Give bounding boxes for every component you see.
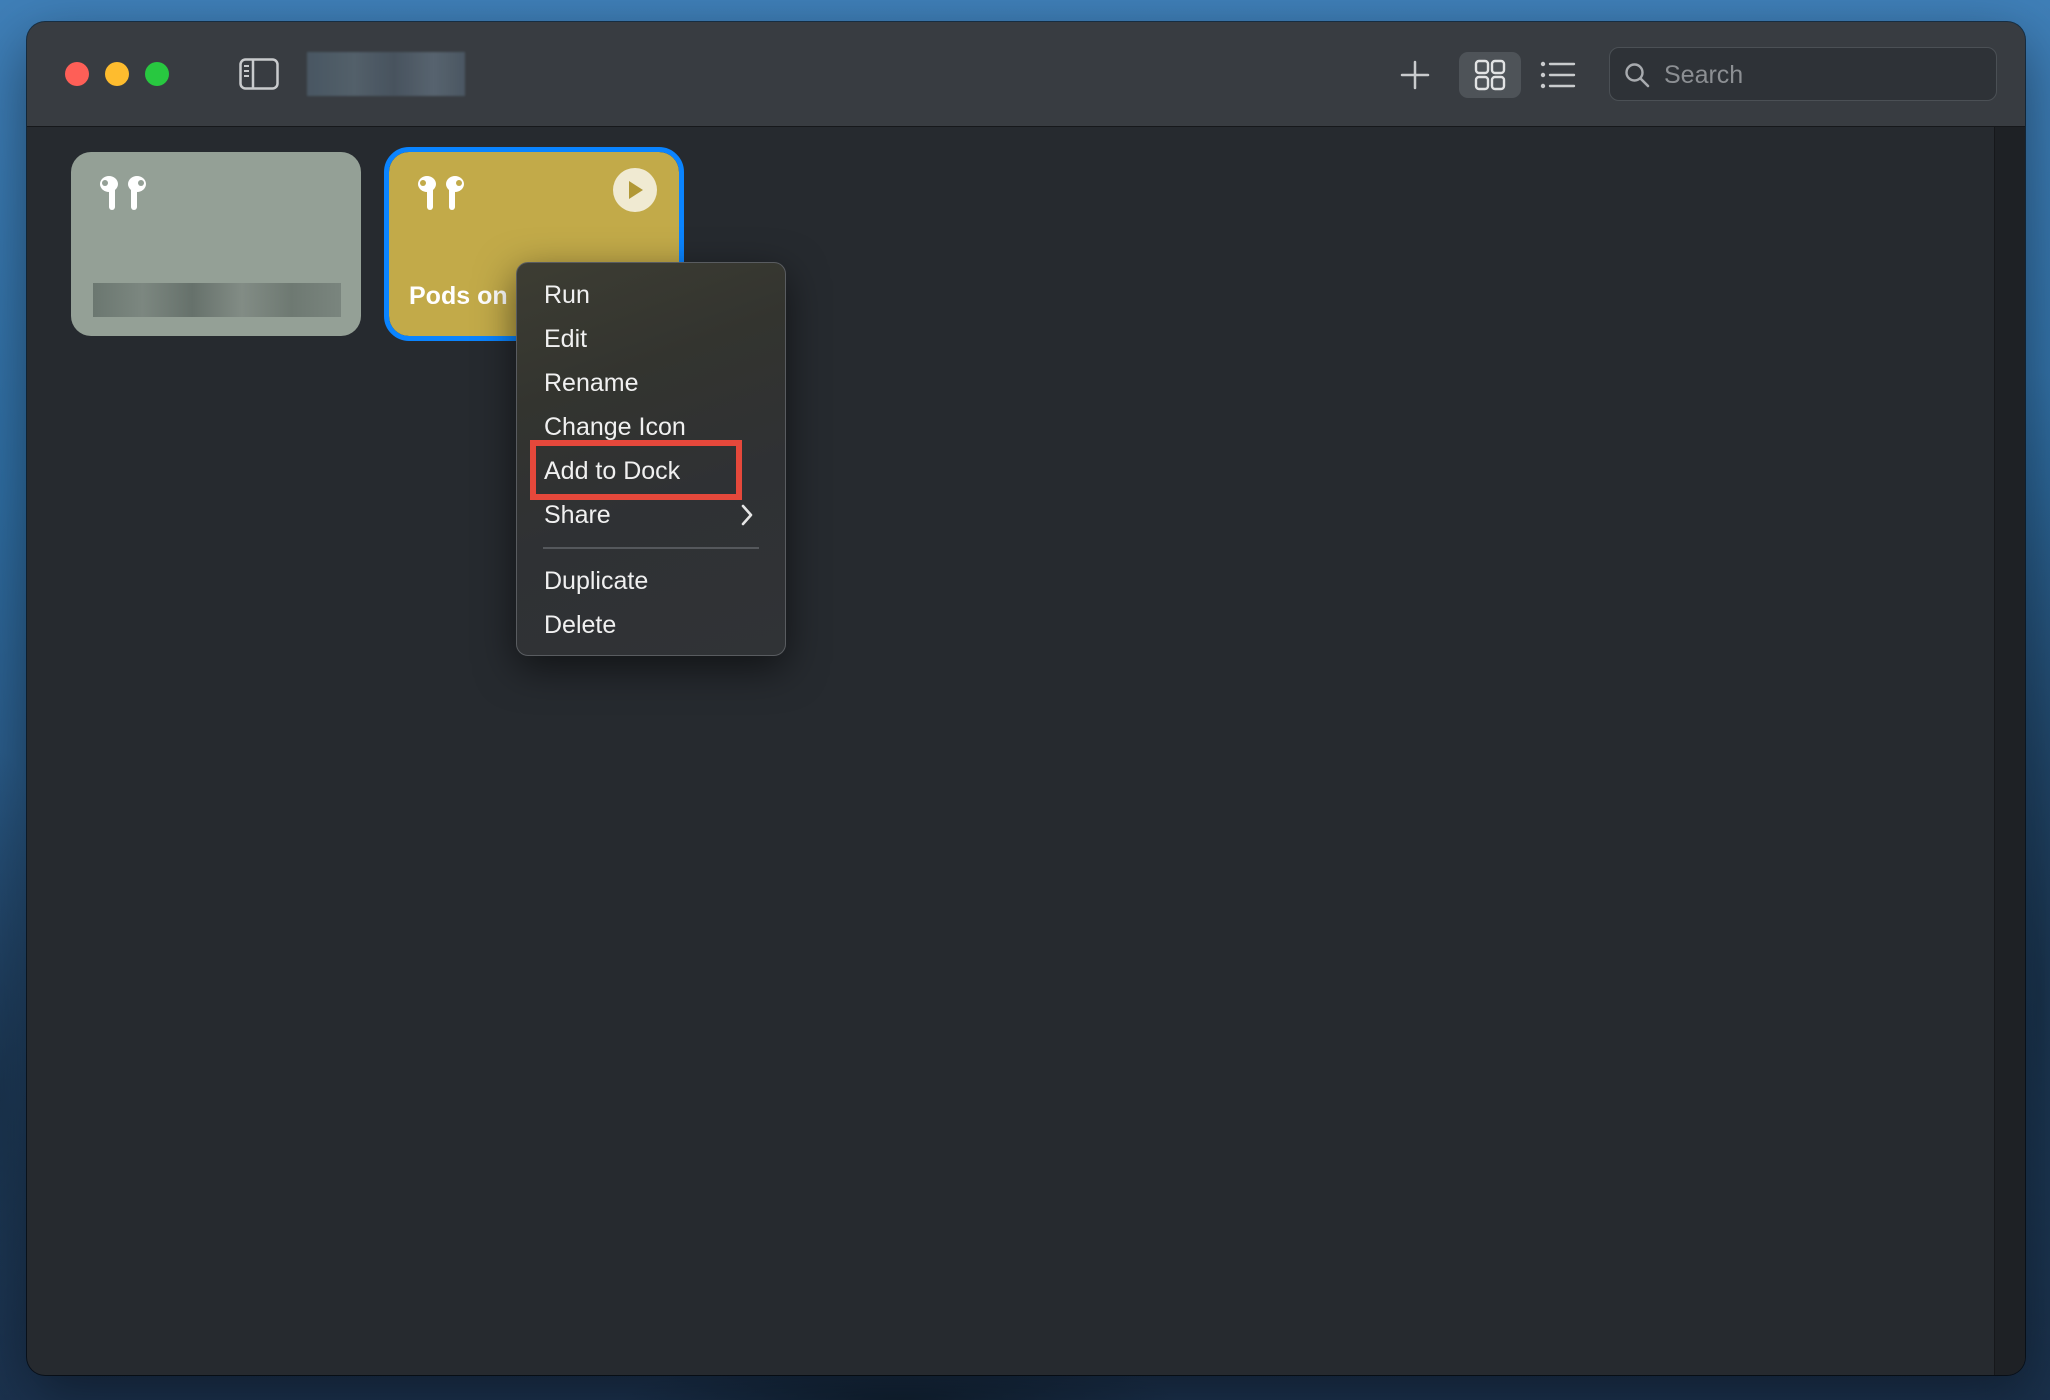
menu-separator — [543, 547, 759, 549]
menu-item-share[interactable]: Share — [544, 495, 611, 535]
run-shortcut-button[interactable] — [613, 168, 657, 212]
search-field[interactable] — [1609, 47, 1997, 101]
list-view-button[interactable] — [1527, 52, 1589, 98]
play-icon — [629, 181, 643, 199]
plus-icon — [1400, 60, 1430, 90]
titlebar — [27, 22, 2025, 127]
shortcuts-window: Pods on — [27, 22, 2025, 1375]
add-shortcut-button[interactable] — [1384, 52, 1446, 98]
grid-view-button[interactable] — [1459, 52, 1521, 98]
scrollbar[interactable] — [1994, 127, 2025, 1375]
annotation-highlight — [530, 440, 742, 500]
shortcut-name — [93, 283, 341, 317]
list-icon — [1540, 61, 1576, 89]
airpods-icon — [418, 176, 464, 210]
window-title — [307, 52, 465, 96]
shortcut-card[interactable] — [71, 152, 361, 336]
shortcut-name: Pods on — [409, 282, 508, 310]
airpods-icon — [100, 176, 146, 210]
grid-icon — [1474, 59, 1506, 91]
menu-item-rename[interactable]: Rename — [544, 363, 639, 403]
menu-item-run[interactable]: Run — [544, 275, 590, 315]
zoom-window-button[interactable] — [145, 62, 169, 86]
menu-item-duplicate[interactable]: Duplicate — [544, 561, 648, 601]
minimize-window-button[interactable] — [105, 62, 129, 86]
menu-item-delete[interactable]: Delete — [544, 605, 616, 645]
sidebar-icon[interactable] — [239, 58, 279, 90]
chevron-right-icon — [741, 504, 753, 526]
search-icon — [1625, 63, 1650, 88]
menu-item-edit[interactable]: Edit — [544, 319, 587, 359]
close-window-button[interactable] — [65, 62, 89, 86]
search-input[interactable] — [1662, 56, 1986, 94]
